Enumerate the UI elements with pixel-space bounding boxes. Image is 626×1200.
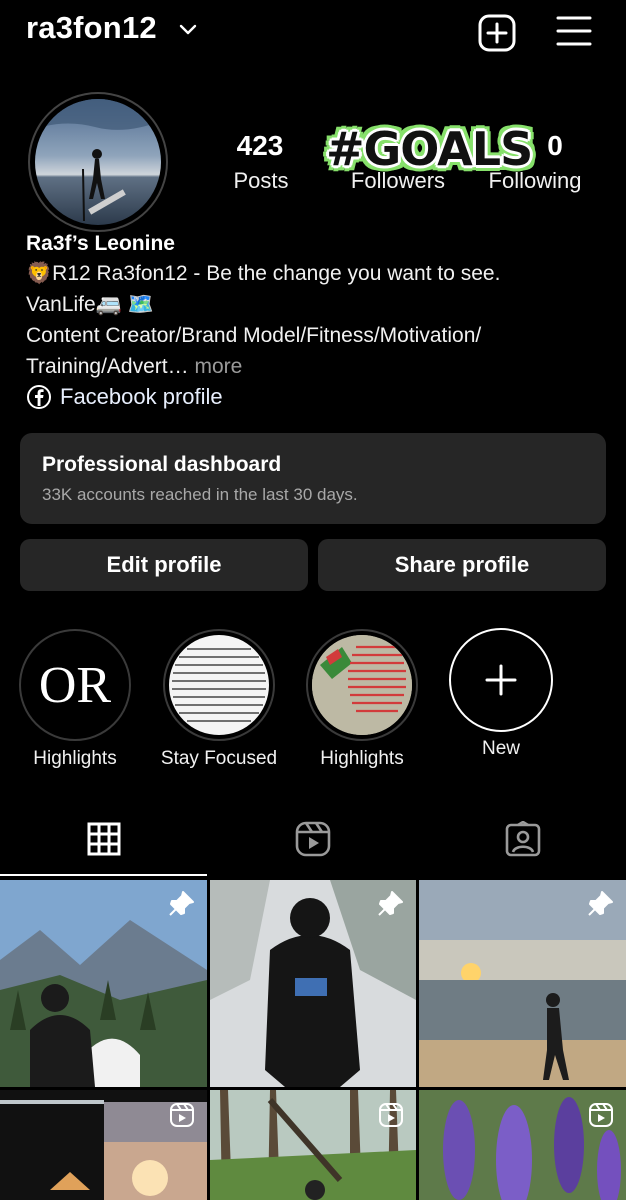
- dashboard-title: Professional dashboard: [42, 453, 282, 476]
- highlight-label: Stay Focused: [160, 748, 278, 769]
- facebook-link-text: Facebook profile: [60, 384, 223, 409]
- bio-line: VanLife🚐 🗺️: [26, 293, 154, 316]
- highlight-cover: [312, 635, 412, 735]
- bio-line-text: Training/Advert…: [26, 355, 189, 378]
- pin-icon: [169, 891, 194, 916]
- reel-icon: [379, 1103, 403, 1127]
- posts-label[interactable]: Posts: [216, 168, 306, 194]
- display-name: Ra3f’s Leonine: [26, 232, 175, 255]
- highlight-cover: [169, 635, 269, 735]
- post-tile[interactable]: [0, 1090, 207, 1200]
- following-count: 0: [547, 130, 563, 161]
- highlight-cover: OR: [25, 635, 125, 735]
- grid-icon[interactable]: [87, 822, 121, 856]
- chevron-down-icon[interactable]: [178, 22, 198, 36]
- edit-profile-button[interactable]: Edit profile: [20, 539, 308, 591]
- highlight-label: Highlights: [33, 748, 117, 769]
- tagged-icon[interactable]: [505, 821, 541, 857]
- post-tile[interactable]: [210, 1090, 416, 1200]
- bio-line: Content Creator/Brand Model/Fitness/Moti…: [26, 324, 482, 347]
- reel-icon: [589, 1103, 613, 1127]
- active-tab-indicator: [0, 874, 207, 876]
- hamburger-menu-icon[interactable]: [556, 14, 592, 48]
- post-tile[interactable]: [419, 880, 626, 1087]
- reel-icon: [170, 1103, 194, 1127]
- new-highlight-button[interactable]: [449, 628, 553, 732]
- bio-line-truncated: Training/Advert… more: [26, 355, 242, 379]
- post-tile[interactable]: [0, 880, 207, 1087]
- posts-count: 423: [236, 130, 284, 161]
- avatar[interactable]: [35, 99, 161, 225]
- bio-line: 🦁R12 Ra3fon12 - Be the change you want t…: [26, 262, 501, 285]
- professional-dashboard[interactable]: Professional dashboard 33K accounts reac…: [20, 433, 606, 524]
- plus-icon: [485, 664, 517, 696]
- post-tile[interactable]: [210, 880, 416, 1087]
- goals-sticker: #GOALS: [326, 122, 533, 176]
- new-highlight-label: New: [481, 738, 520, 759]
- share-profile-button[interactable]: Share profile: [318, 539, 606, 591]
- highlight-label: Highlights: [320, 748, 404, 769]
- pin-icon: [588, 891, 613, 916]
- post-tile[interactable]: [419, 1090, 626, 1200]
- facebook-icon: [27, 385, 51, 409]
- facebook-profile-link[interactable]: Facebook profile: [26, 384, 223, 410]
- highlight-cover-text: OR: [38, 656, 112, 714]
- dashboard-subtitle: 33K accounts reached in the last 30 days…: [42, 485, 358, 504]
- username[interactable]: ra3fon12: [26, 10, 157, 46]
- plus-square-icon[interactable]: [477, 13, 517, 53]
- pin-icon: [378, 891, 403, 916]
- more-link[interactable]: more: [189, 355, 242, 378]
- reels-icon[interactable]: [295, 821, 331, 857]
